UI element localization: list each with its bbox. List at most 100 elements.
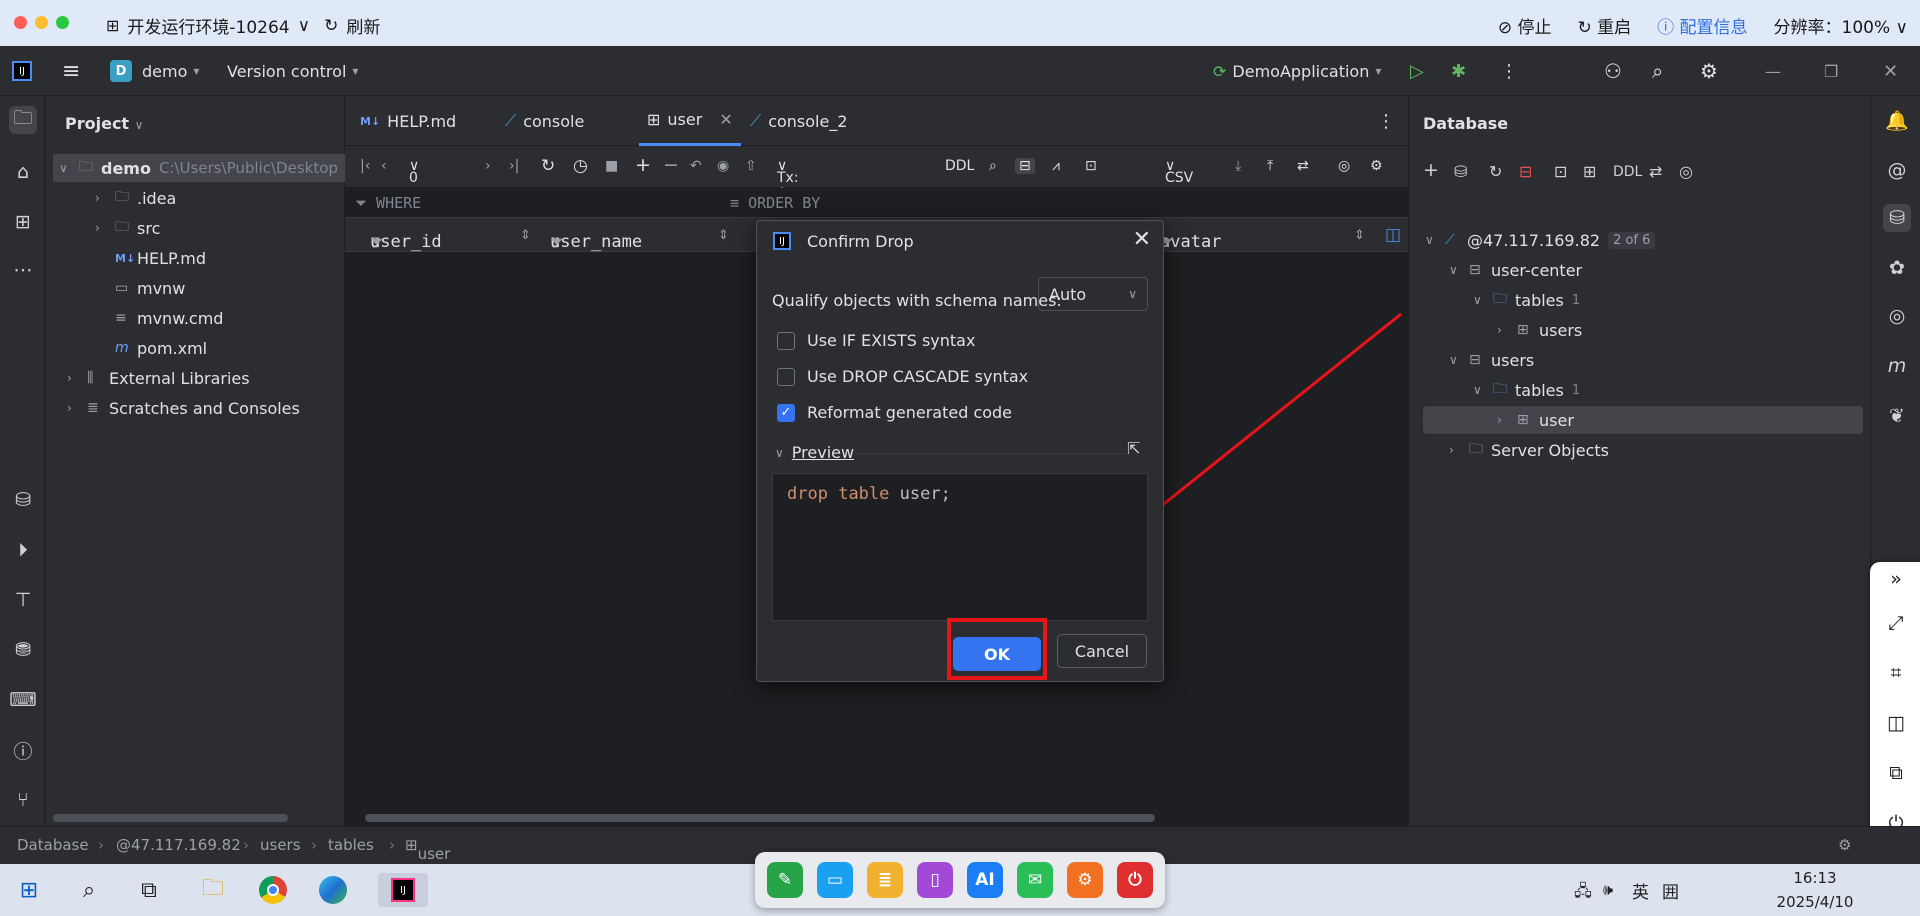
column-sort-icon[interactable]: ⇕ xyxy=(718,228,729,243)
history-icon[interactable]: ◷ xyxy=(573,156,588,176)
dock-server-icon[interactable]: ≣ xyxy=(867,862,903,898)
ddl-button[interactable]: DDL xyxy=(1613,164,1642,180)
dock-settings-icon[interactable]: ⚙ xyxy=(1067,862,1103,898)
data-source-icon[interactable]: ⛁ xyxy=(1454,162,1467,181)
chrome-icon[interactable] xyxy=(256,873,290,907)
tab-console[interactable]: ⟋ console xyxy=(505,96,584,146)
grid-settings-icon[interactable]: ⊡ xyxy=(1085,158,1097,174)
add-icon[interactable]: + xyxy=(1423,159,1439,181)
sql-preview[interactable]: drop table user; xyxy=(772,473,1148,621)
column-panel-icon[interactable]: ◫ xyxy=(1385,225,1401,245)
resolution-select[interactable]: 分辨率：100% ∨ xyxy=(1774,13,1908,38)
tree-item-external-libraries[interactable]: › ⫼ External Libraries xyxy=(67,364,250,392)
more-tools-icon[interactable]: ⋯ xyxy=(9,256,37,284)
vcs-selector[interactable]: Version control ▾ xyxy=(227,46,358,96)
stop-button[interactable]: ⊘ 停止 xyxy=(1498,13,1552,38)
terminal-icon[interactable]: ⌨ xyxy=(9,686,37,714)
preview-changes-icon[interactable]: ◉ xyxy=(717,158,729,174)
upload-icon[interactable]: ⤒ xyxy=(1267,158,1273,174)
restart-button[interactable]: ↻ 重启 xyxy=(1577,13,1631,38)
search-icon[interactable]: ⌕ xyxy=(989,158,997,174)
view-icon[interactable]: ◎ xyxy=(1338,158,1350,174)
reformat-checkbox[interactable]: ✓ xyxy=(777,403,795,422)
column-sort-icon[interactable]: ⇕ xyxy=(520,228,531,243)
database-icon[interactable]: ⛃ xyxy=(9,636,37,664)
grid-horizontal-scrollbar[interactable] xyxy=(365,814,1155,822)
tabs-more-icon[interactable]: ⋮ xyxy=(1377,96,1395,146)
chart-icon[interactable]: ⩘ xyxy=(1052,158,1060,174)
settings-gear-icon[interactable]: ⚙ xyxy=(1700,46,1718,96)
last-page-icon[interactable]: ›| xyxy=(509,158,519,174)
tab-help-md[interactable]: M↓ HELP.md xyxy=(360,96,456,146)
tree-item-idea[interactable]: › 🗀 .idea xyxy=(95,184,176,212)
submit-icon[interactable]: ⇧ xyxy=(745,158,757,174)
file-explorer-icon[interactable]: 🗀 xyxy=(196,873,230,907)
breadcrumb-tables[interactable]: tables xyxy=(328,836,374,854)
learn-icon[interactable]: ⌂ xyxy=(9,158,37,186)
database-check-icon[interactable]: ⛁ xyxy=(9,486,37,514)
run-icon[interactable]: ▷ xyxy=(1410,46,1424,96)
collapse-icon[interactable]: » xyxy=(1883,566,1909,592)
close-window-button[interactable] xyxy=(14,16,27,29)
add-row-icon[interactable]: + xyxy=(635,154,651,176)
db-tree-schema-user-center[interactable]: ∨ ⊟ user-center xyxy=(1449,256,1582,284)
preview-toggle[interactable]: ∨ Preview xyxy=(775,443,854,462)
maximize-window-button[interactable] xyxy=(56,16,69,29)
fullscreen-icon[interactable]: ⤢ xyxy=(1883,610,1909,636)
refresh-icon[interactable]: ↻ xyxy=(1489,162,1502,181)
breadcrumb-user[interactable]: ⊞ user xyxy=(405,836,450,863)
debug-icon[interactable]: ✱ xyxy=(1451,46,1466,96)
dock-chat-icon[interactable]: ✉ xyxy=(1017,862,1053,898)
if-exists-option[interactable]: Use IF EXISTS syntax xyxy=(777,331,975,350)
column-sort-icon[interactable]: ⇕ xyxy=(1354,228,1365,243)
split-icon[interactable]: ⌗ xyxy=(1883,660,1909,686)
project-selector[interactable]: D demo ▾ xyxy=(110,46,199,96)
open-external-icon[interactable]: ⇱ xyxy=(1127,439,1140,458)
revert-icon[interactable]: ↶ xyxy=(690,158,702,174)
plugin-icon[interactable]: ✿ xyxy=(1883,254,1911,282)
intellij-taskbar-icon[interactable]: IJ xyxy=(378,873,428,907)
compare-icon[interactable]: ⇄ xyxy=(1649,162,1662,181)
dock-power-icon[interactable]: ⏻ xyxy=(1117,862,1153,898)
close-icon[interactable]: ✕ xyxy=(1133,227,1151,252)
breadcrumb-users[interactable]: users xyxy=(260,836,301,854)
console-icon[interactable]: ⊡ xyxy=(1554,162,1567,181)
dock-app-green-icon[interactable]: ✎ xyxy=(767,862,803,898)
services-icon[interactable]: ⏵ xyxy=(9,536,37,564)
breadcrumb-database[interactable]: Database xyxy=(17,836,89,854)
project-panel-title[interactable]: Project ∨ xyxy=(65,114,143,133)
input-language[interactable]: 英 xyxy=(1632,878,1649,903)
ddl-button[interactable]: DDL xyxy=(945,158,974,174)
export-format-selector[interactable]: CSV ∨ xyxy=(1165,158,1193,186)
tab-user[interactable]: ⊞ user ✕ xyxy=(639,96,741,146)
disconnect-icon[interactable]: ⊟ xyxy=(1519,162,1532,181)
tree-item-scratches[interactable]: › ≣ Scratches and Consoles xyxy=(67,394,300,422)
db-tree-server-objects[interactable]: › 🗀 Server Objects xyxy=(1449,436,1609,464)
db-tree-table-user[interactable]: › ⊞ user xyxy=(1423,406,1863,434)
config-button[interactable]: ⓘ 配置信息 xyxy=(1657,13,1747,38)
rows-selector[interactable]: 0 rows ∨ xyxy=(409,158,442,202)
next-page-icon[interactable]: › xyxy=(485,158,491,174)
network-icon[interactable]: 🖧 xyxy=(1574,880,1592,907)
search-icon[interactable]: ⌕ xyxy=(1652,46,1663,96)
dock-desktop-icon[interactable]: ▭ xyxy=(817,862,853,898)
search-icon[interactable]: ⌕ xyxy=(72,873,106,907)
restore-icon[interactable]: ❐ xyxy=(1824,46,1838,96)
first-page-icon[interactable]: |‹ xyxy=(360,158,370,174)
close-icon[interactable]: ✕ xyxy=(1883,46,1898,96)
reload-icon[interactable]: ↻ xyxy=(541,156,555,176)
problems-icon[interactable]: ⓘ xyxy=(9,736,37,764)
project-folder-icon[interactable]: 🗀 xyxy=(9,106,37,134)
qualify-select[interactable]: Auto ∨ xyxy=(1038,277,1148,311)
clock[interactable]: 16:13 2025/4/10 xyxy=(1770,869,1860,911)
dock-ai-icon[interactable]: AI xyxy=(967,862,1003,898)
db-tree-tables-1[interactable]: ∨ 🗀 tables 1 xyxy=(1473,286,1580,314)
ai-assistant-icon[interactable]: @ xyxy=(1883,156,1911,184)
ime-mode[interactable]: 囲 xyxy=(1662,878,1679,903)
tree-item-mvnw[interactable]: ▭ mvnw xyxy=(115,274,185,302)
compare-icon[interactable]: ⇄ xyxy=(1297,158,1309,174)
tab-console-2[interactable]: ⟋ console_2 xyxy=(750,96,848,146)
dock-book-icon[interactable]: ▯ xyxy=(917,862,953,898)
run-config-selector[interactable]: ⟳ DemoApplication ▾ xyxy=(1213,46,1381,96)
view-mode-icon[interactable]: ⊟ xyxy=(1015,158,1035,174)
